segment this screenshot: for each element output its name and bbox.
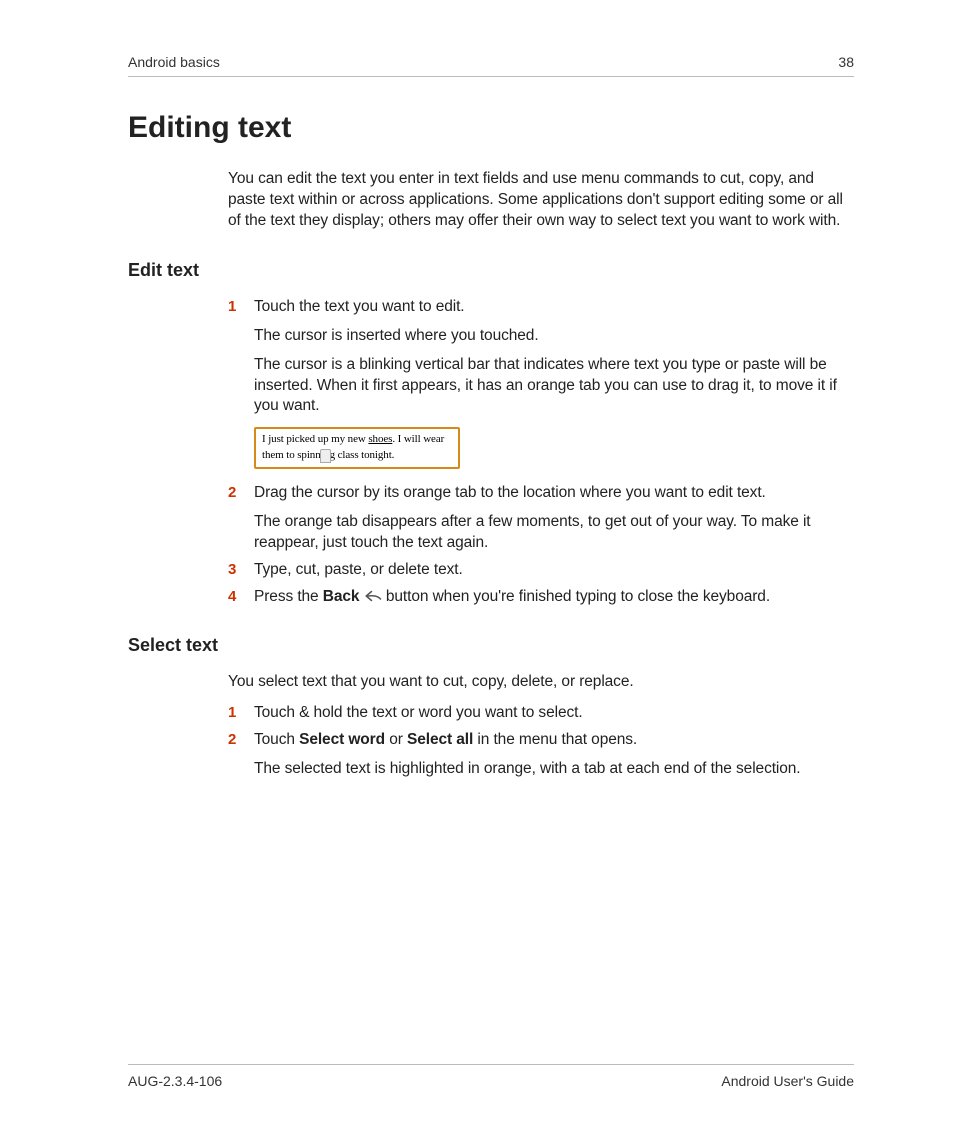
step-text-pre: Touch [254, 731, 299, 748]
edit-step-2: 2 Drag the cursor by its orange tab to t… [228, 483, 854, 554]
edit-text-body: 1 Touch the text you want to edit. The c… [228, 297, 854, 608]
back-arrow-icon [364, 588, 382, 600]
intro-paragraph: You can edit the text you enter in text … [228, 169, 854, 232]
step-number: 1 [228, 703, 236, 723]
select-lead: You select text that you want to cut, co… [228, 672, 854, 693]
edit-step-1: 1 Touch the text you want to edit. The c… [228, 297, 854, 469]
select-steps-list: 1 Touch & hold the text or word you want… [228, 703, 854, 780]
step-number: 2 [228, 730, 236, 750]
step-detail: The cursor is inserted where you touched… [254, 326, 854, 347]
step-text: Touch the text you want to edit. [254, 298, 465, 315]
step-text-pre: Press the [254, 588, 323, 605]
step-text: Drag the cursor by its orange tab to the… [254, 484, 766, 501]
heading-edit-text: Edit text [128, 260, 854, 281]
footer-left: AUG-2.3.4-106 [128, 1073, 222, 1089]
header-page-number: 38 [838, 54, 854, 70]
cursor-tab-icon [320, 449, 331, 463]
heading-select-text: Select text [128, 635, 854, 656]
step-text: Touch & hold the text or word you want t… [254, 704, 583, 721]
sample-text-post2: g class tonight. [330, 449, 395, 461]
step-detail: The orange tab disappears after a few mo… [254, 512, 854, 554]
section-select-text: Select text You select text that you wan… [128, 635, 854, 780]
step-text-post: in the menu that opens. [473, 731, 637, 748]
step-number: 1 [228, 297, 236, 317]
running-footer: AUG-2.3.4-106 Android User's Guide [128, 1064, 854, 1089]
footer-right: Android User's Guide [721, 1073, 854, 1089]
step-detail: The selected text is highlighted in oran… [254, 759, 854, 780]
edit-steps-list: 1 Touch the text you want to edit. The c… [228, 297, 854, 608]
sample-text-underlined: shoes [368, 433, 392, 445]
sample-text-pre: I just picked up my new [262, 433, 368, 445]
step-number: 4 [228, 587, 236, 607]
select-all-label: Select all [407, 731, 473, 748]
step-text-post: button when you're finished typing to cl… [386, 588, 770, 605]
select-step-2: 2 Touch Select word or Select all in the… [228, 730, 854, 780]
step-number: 3 [228, 560, 236, 580]
step-text-mid: or [385, 731, 407, 748]
edit-step-4: 4 Press the Back button when you're fini… [228, 587, 854, 608]
step-text: Type, cut, paste, or delete text. [254, 561, 463, 578]
select-text-body: You select text that you want to cut, co… [228, 672, 854, 780]
page-title: Editing text [128, 111, 854, 145]
select-word-label: Select word [299, 731, 385, 748]
running-header: Android basics 38 [128, 54, 854, 77]
select-step-1: 1 Touch & hold the text or word you want… [228, 703, 854, 724]
page: Android basics 38 Editing text You can e… [0, 0, 954, 1145]
back-label: Back [323, 588, 360, 605]
step-detail: The cursor is a blinking vertical bar th… [254, 355, 854, 418]
edit-step-3: 3 Type, cut, paste, or delete text. [228, 560, 854, 581]
step-number: 2 [228, 483, 236, 503]
sample-text-field: I just picked up my new shoes. I will we… [254, 427, 460, 469]
section-edit-text: Edit text 1 Touch the text you want to e… [128, 260, 854, 608]
header-section: Android basics [128, 54, 220, 70]
